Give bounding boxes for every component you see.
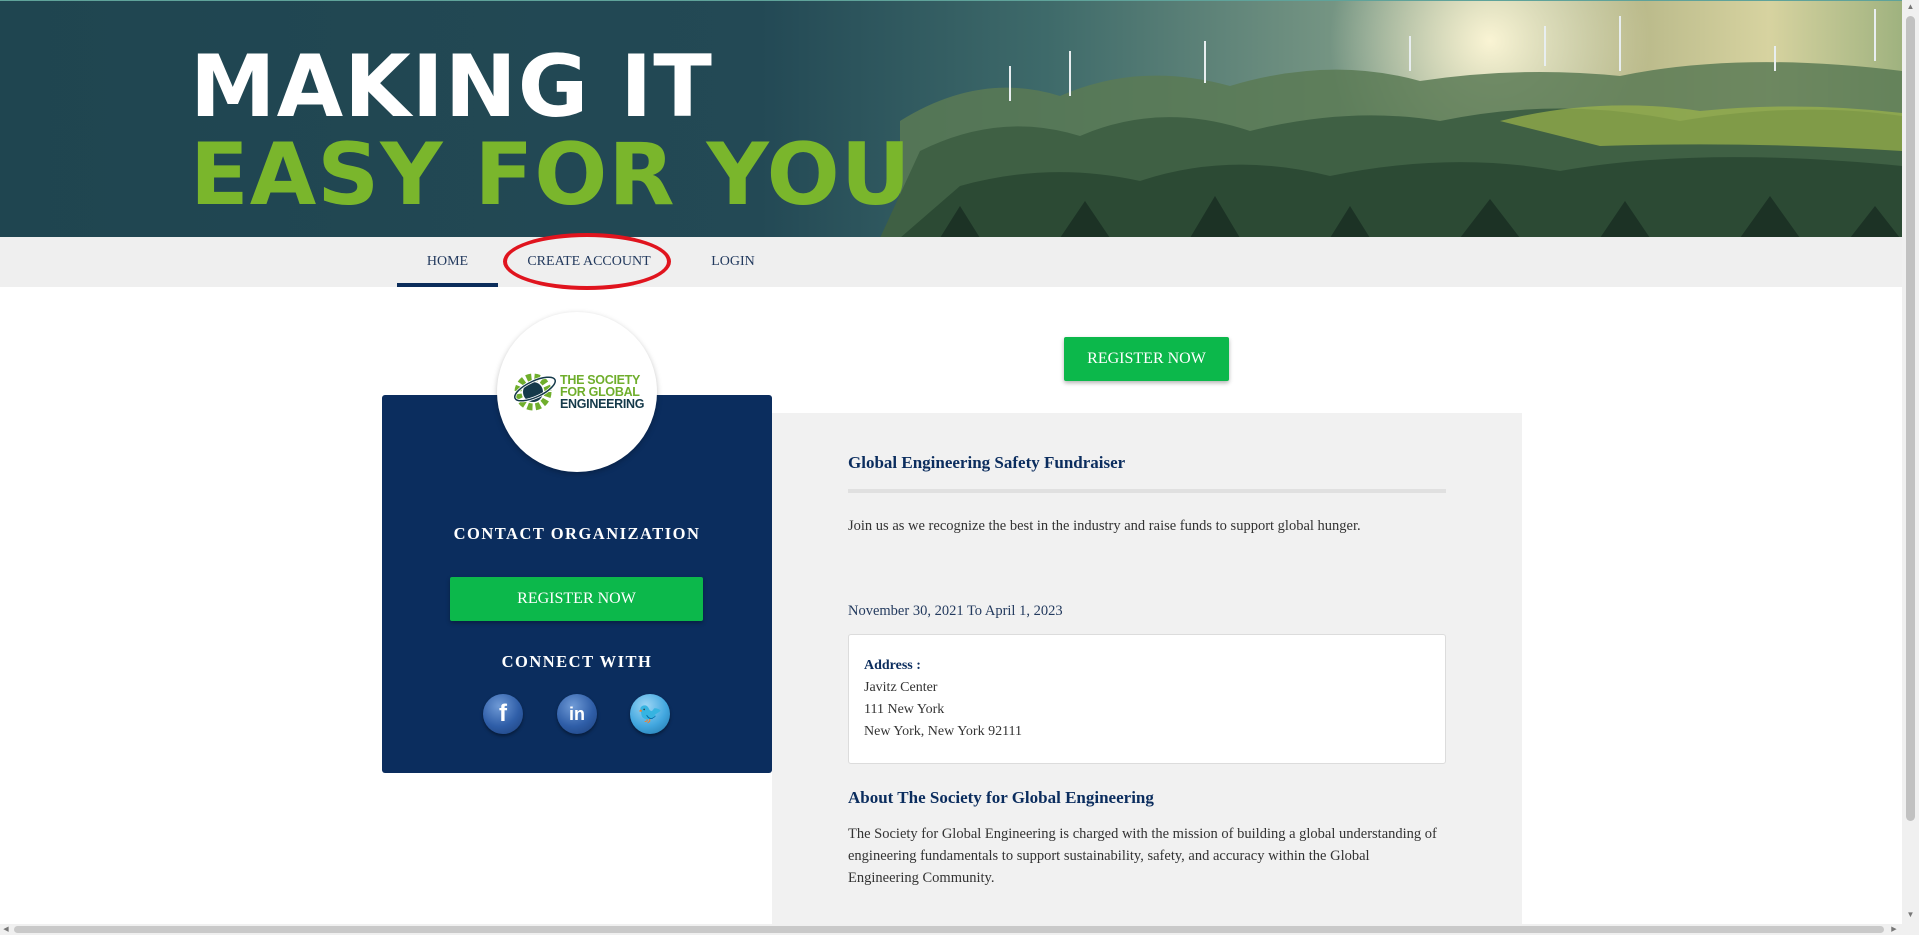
- scroll-up-arrow-icon[interactable]: ▲: [1902, 0, 1919, 14]
- event-title: Global Engineering Safety Fundraiser: [848, 453, 1126, 472]
- connect-with-heading: CONNECT WITH: [501, 652, 653, 671]
- nav-login[interactable]: LOGIN: [697, 237, 769, 287]
- headline-line-2: EASY FOR YOU: [190, 125, 912, 225]
- vertical-scrollbar[interactable]: ▲ ▼: [1902, 0, 1919, 924]
- register-now-button-sidebar[interactable]: REGISTER NOW: [450, 577, 703, 621]
- linkedin-glyph: in: [569, 704, 585, 724]
- address-line-3: New York, New York 92111: [864, 724, 1023, 739]
- facebook-icon[interactable]: f: [483, 694, 523, 734]
- nav-create-account[interactable]: CREATE ACCOUNT: [510, 237, 668, 287]
- about-heading: About The Society for Global Engineering: [848, 788, 1154, 807]
- hero-banner: MAKING IT EASY FOR YOU: [0, 0, 1902, 238]
- about-text: The Society for Global Engineering is ch…: [848, 826, 1437, 886]
- event-description: Join us as we recognize the best in the …: [848, 518, 1361, 534]
- nav-home[interactable]: HOME: [397, 237, 498, 287]
- register-now-button-main[interactable]: REGISTER NOW: [1064, 337, 1229, 381]
- twitter-icon[interactable]: 🐦: [630, 694, 670, 734]
- address-line-1: Javitz Center: [864, 680, 938, 695]
- scroll-left-arrow-icon[interactable]: ◀: [0, 924, 12, 935]
- logo-wordmark: THE SOCIETY FOR GLOBAL ENGINEERING: [560, 374, 645, 411]
- gear-globe-icon: [513, 373, 557, 411]
- contact-organization-heading: CONTACT ORGANIZATION: [453, 524, 701, 543]
- vertical-scroll-thumb[interactable]: [1906, 16, 1915, 821]
- scroll-down-arrow-icon[interactable]: ▼: [1902, 908, 1919, 922]
- horizontal-scroll-thumb[interactable]: [14, 926, 1884, 933]
- address-line-2: 111 New York: [864, 702, 945, 717]
- twitter-glyph: 🐦: [637, 703, 663, 725]
- banner-headline: MAKING IT EASY FOR YOU: [190, 37, 912, 225]
- horizontal-scrollbar[interactable]: ◀ ▶: [0, 924, 1919, 935]
- facebook-glyph: f: [499, 700, 507, 727]
- address-box: Address : Javitz Center 111 New York New…: [848, 634, 1446, 764]
- linkedin-icon[interactable]: in: [557, 694, 597, 734]
- title-divider: [848, 489, 1446, 493]
- main-nav: HOME CREATE ACCOUNT LOGIN: [0, 237, 1902, 287]
- event-dates: November 30, 2021 To April 1, 2023: [848, 603, 1063, 619]
- address-label: Address :: [864, 658, 921, 673]
- organization-logo: THE SOCIETY FOR GLOBAL ENGINEERING: [497, 312, 657, 472]
- headline-line-1: MAKING IT: [190, 37, 713, 137]
- scroll-right-arrow-icon[interactable]: ▶: [1888, 924, 1900, 935]
- logo-line-3: ENGINEERING: [560, 397, 645, 411]
